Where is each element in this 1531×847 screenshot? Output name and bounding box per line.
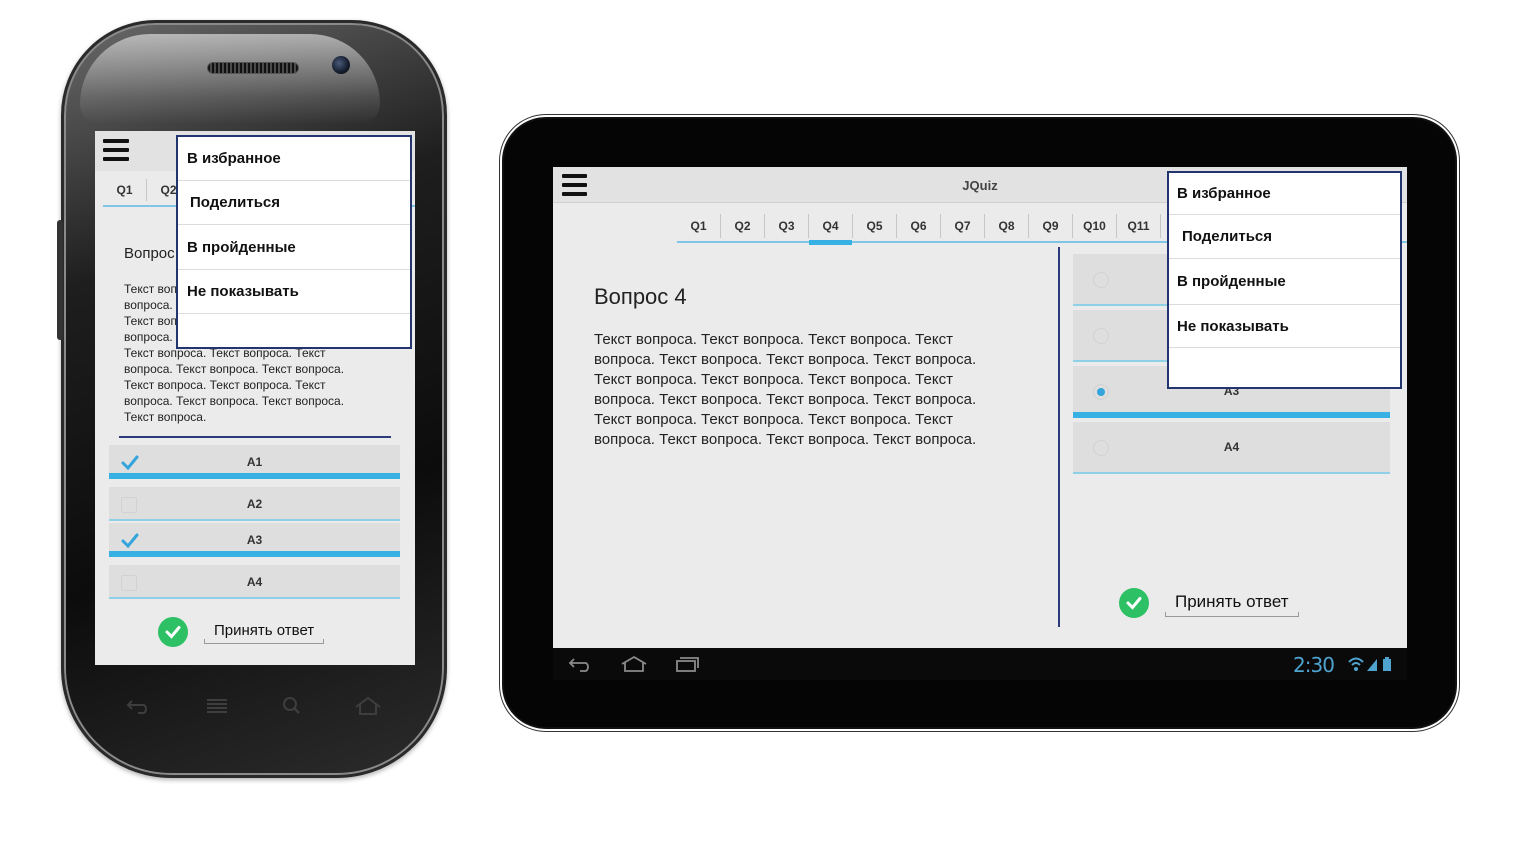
menu-item-share[interactable]: Поделиться xyxy=(178,181,410,225)
question-text-line: Текст вопроса. Текст вопроса. Текст вопр… xyxy=(594,371,953,388)
menu-item-empty xyxy=(178,314,410,347)
tablet-overflow-menu: В избранное Поделиться В пройденные Не п… xyxy=(1167,171,1402,389)
phone-home-icon[interactable] xyxy=(353,695,383,717)
phone-volume-button xyxy=(57,220,63,340)
tablet-recent-apps-icon[interactable] xyxy=(673,654,701,674)
phone-answer-a2[interactable]: A2 xyxy=(109,487,400,521)
tablet-accept-row: Принять ответ xyxy=(1119,588,1299,618)
question-text-line: вопроса. Текст вопроса. Текст вопроса. xyxy=(124,362,345,376)
question-text-line: вопроса. Текст вопроса. Текст вопроса. xyxy=(124,394,345,408)
tablet-tab-q11[interactable]: Q11 xyxy=(1117,214,1161,238)
phone-answer-a3[interactable]: A3 xyxy=(109,523,400,557)
answer-label: A2 xyxy=(246,497,263,511)
phone-answer-a4[interactable]: A4 xyxy=(109,565,400,599)
hamburger-line xyxy=(103,148,129,152)
question-text-line: Текст вопроса. Текст вопроса. Текст xyxy=(124,378,326,392)
hamburger-line xyxy=(562,183,587,187)
signal-icon xyxy=(1367,659,1377,671)
check-circle-icon xyxy=(1119,588,1149,618)
question-text-line: вопроса. Текст вопроса. Текст вопроса. Т… xyxy=(594,431,977,448)
menu-item-completed[interactable]: В пройденные xyxy=(178,225,410,270)
check-circle-icon xyxy=(158,617,188,647)
phone-section-divider xyxy=(119,436,391,438)
radio-button-icon xyxy=(1093,272,1109,288)
hamburger-line xyxy=(562,192,587,196)
tablet-pane-divider xyxy=(1058,247,1060,627)
question-text-line: Текст вопроса. xyxy=(124,410,207,424)
tablet-question-title: Вопрос 4 xyxy=(594,284,687,309)
tablet-accept-answer-button[interactable]: Принять ответ xyxy=(1165,590,1299,617)
menu-item-empty xyxy=(1169,348,1400,387)
tablet-question-text: Текст вопроса. Текст вопроса. Текст вопр… xyxy=(594,330,1014,450)
tablet-tab-q6[interactable]: Q6 xyxy=(897,214,941,238)
tablet-tab-q1[interactable]: Q1 xyxy=(677,214,721,238)
phone-search-icon[interactable] xyxy=(277,695,307,717)
battery-icon xyxy=(1383,657,1391,671)
menu-item-share[interactable]: Поделиться xyxy=(1169,215,1400,259)
tablet-tab-q10[interactable]: Q10 xyxy=(1073,214,1117,238)
tablet-tab-q2[interactable]: Q2 xyxy=(721,214,765,238)
question-text-line: вопроса. Текст вопроса. Текст вопроса. Т… xyxy=(594,351,977,368)
phone-back-icon[interactable] xyxy=(124,695,154,717)
menu-item-completed[interactable]: В пройденные xyxy=(1169,259,1400,305)
phone-overflow-menu: В избранное Поделиться В пройденные Не п… xyxy=(176,135,412,349)
tablet-tab-q8[interactable]: Q8 xyxy=(985,214,1029,238)
tablet-hamburger-menu-icon[interactable] xyxy=(562,174,587,196)
menu-item-favorites[interactable]: В избранное xyxy=(1169,173,1400,215)
tablet-tab-q5[interactable]: Q5 xyxy=(853,214,897,238)
phone-camera-icon xyxy=(332,56,350,74)
phone-accept-row: Принять ответ xyxy=(158,617,325,647)
menu-item-hide[interactable]: Не показывать xyxy=(1169,305,1400,348)
answer-label: A3 xyxy=(246,533,263,547)
answer-label: A1 xyxy=(246,455,263,469)
phone-hamburger-menu-icon[interactable] xyxy=(103,139,129,161)
phone-speaker-grille xyxy=(207,62,299,74)
tablet-tab-q9[interactable]: Q9 xyxy=(1029,214,1073,238)
tablet-home-icon[interactable] xyxy=(620,654,648,674)
answer-label: A4 xyxy=(246,575,263,589)
tablet-system-bar: 2:30 xyxy=(553,648,1407,680)
phone-glare xyxy=(80,34,380,124)
phone-menu-icon[interactable] xyxy=(202,695,232,717)
tablet-screen: JQuiz Q1 Q2 Q3 Q4 Q5 Q6 Q7 Q8 Q9 Q10 Q11… xyxy=(553,167,1407,680)
phone-question-title: Вопрос xyxy=(124,245,175,262)
menu-item-favorites[interactable]: В избранное xyxy=(178,137,410,181)
radio-button-icon xyxy=(1093,328,1109,344)
wifi-icon xyxy=(1348,657,1364,671)
answer-label: A4 xyxy=(1223,440,1240,454)
hamburger-line xyxy=(103,157,129,161)
question-text-line: Текст вопроса. Текст вопроса. Текст вопр… xyxy=(594,411,953,428)
tablet-tab-q4[interactable]: Q4 xyxy=(809,214,853,245)
tablet-answer-a4[interactable]: A4 xyxy=(1073,422,1390,474)
phone-answer-a1[interactable]: A1 xyxy=(109,445,400,479)
tablet-clock: 2:30 xyxy=(1293,653,1335,677)
phone-accept-answer-button[interactable]: Принять ответ xyxy=(204,620,325,644)
question-text-line: вопроса. Текст вопроса. Текст вопроса. Т… xyxy=(594,391,977,408)
hamburger-line xyxy=(562,174,587,178)
tablet-tab-q7[interactable]: Q7 xyxy=(941,214,985,238)
phone-tab-q1[interactable]: Q1 xyxy=(103,179,147,201)
tablet-app-title: JQuiz xyxy=(962,178,998,193)
hamburger-line xyxy=(103,139,129,143)
menu-item-hide[interactable]: Не показывать xyxy=(178,270,410,314)
question-text-line: Текст вопроса. Текст вопроса. Текст вопр… xyxy=(594,331,953,348)
tablet-back-icon[interactable] xyxy=(567,654,595,674)
tablet-status-icons xyxy=(1348,657,1391,671)
tablet-tab-q3[interactable]: Q3 xyxy=(765,214,809,238)
phone-screen: Q1 Q2 Вопрос Текст воп вопроса. Текст во… xyxy=(95,131,415,665)
